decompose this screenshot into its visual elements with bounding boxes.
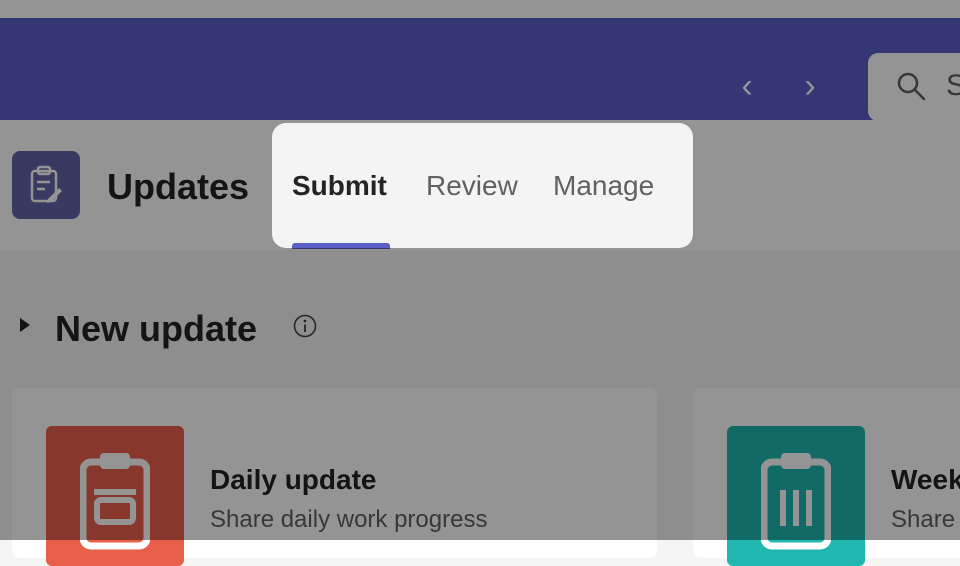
tab-selected-indicator [292,243,390,248]
tab-review-highlighted[interactable]: Review [426,170,518,202]
tab-submit-highlighted[interactable]: Submit [292,170,387,202]
tabs-spotlight: Submit Review Manage [272,123,693,248]
dim-overlay [0,0,960,540]
tab-manage-highlighted[interactable]: Manage [553,170,654,202]
